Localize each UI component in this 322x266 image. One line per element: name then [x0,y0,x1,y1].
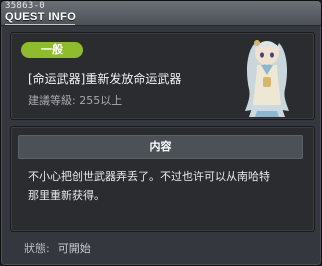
status-label: 狀態: [24,242,50,255]
quest-description: 不小心把创世武器弄丢了。不过也许可以从南哈特 那里重新获得。 [28,167,308,205]
quest-info-window: 35863-0 QUEST INFO 一般 [命运武器]重新发放命运武器 建議等… [0,0,322,266]
quest-category-tag: 一般 [21,42,83,58]
description-line: 不小心把创世武器弄丢了。不过也许可以从南哈特 [28,170,270,183]
npc-portrait-icon [245,40,289,117]
title-underline [5,24,75,25]
recommended-level: 建議等級: 255以上 [28,94,123,107]
status-value: 可開始 [57,242,91,255]
window-title: QUEST INFO [5,11,77,23]
description-line: 那里重新获得。 [28,189,105,202]
quest-name: [命运武器]重新发放命运武器 [28,72,182,86]
content-header: 内容 [18,135,303,159]
quest-id: 35863-0 [5,1,46,11]
quest-status: 狀態: 可開始 [24,240,91,256]
